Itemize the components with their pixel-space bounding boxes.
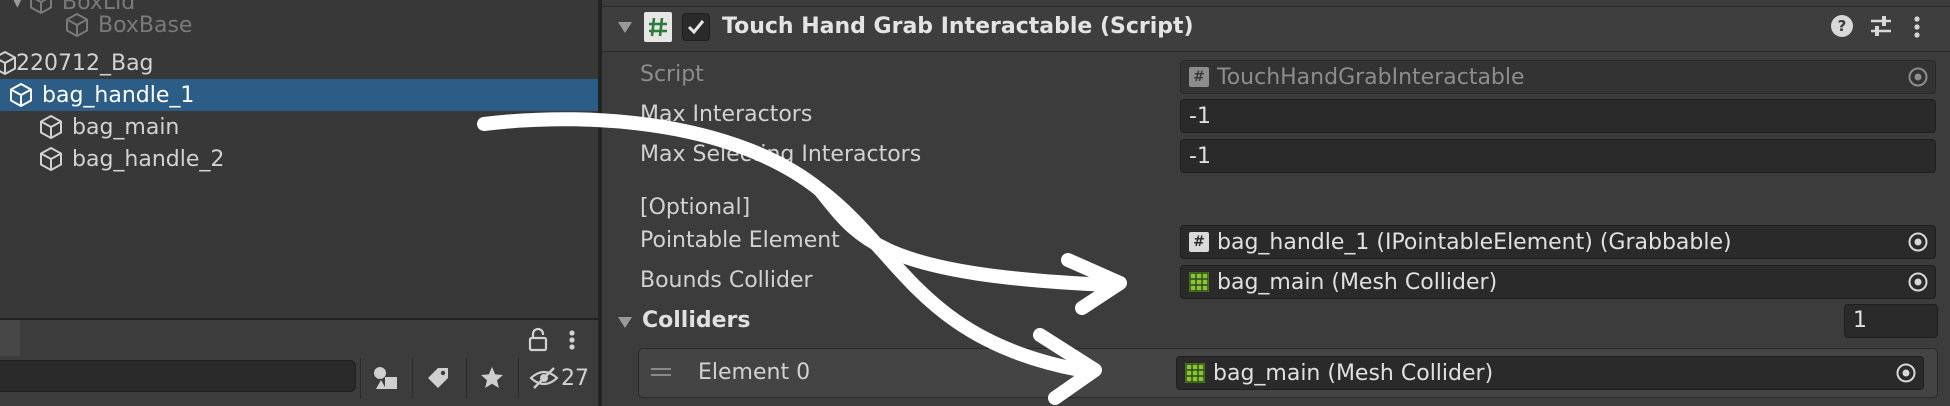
hidden-count: 27 [561, 365, 589, 391]
hierarchy-item-label: bag_handle_1 [42, 82, 195, 108]
gameobject-cube-icon [0, 50, 16, 76]
project-search-input[interactable] [0, 360, 356, 392]
element-label: Element 0 [698, 360, 811, 385]
presets-icon[interactable] [1868, 14, 1894, 38]
pointable-element-value: bag_handle_1 (IPointableElement) (Grabba… [1217, 229, 1732, 255]
pointable-element-label: Pointable Element [640, 228, 840, 253]
hierarchy-item-label: 220712_Bag [16, 50, 154, 76]
component-foldout-arrow-icon[interactable] [616, 18, 634, 36]
object-picker-icon[interactable] [1907, 271, 1929, 293]
max-interactors-label: Max Interactors [640, 102, 813, 127]
hierarchy-item-bag-handle-2[interactable]: bag_handle_2 [0, 143, 636, 175]
max-interactors-field[interactable]: -1 [1180, 99, 1936, 133]
project-panel-tabbar [0, 320, 598, 361]
filter-by-label-icon[interactable] [412, 358, 463, 398]
max-selecting-interactors-label: Max Selecting Interactors [640, 142, 922, 167]
script-field[interactable]: # TouchHandGrabInteractable [1180, 60, 1936, 94]
hidden-objects-toggle[interactable]: 27 [518, 358, 598, 398]
hierarchy-item-bag-main[interactable]: bag_main [0, 111, 636, 143]
hierarchy-item-label: BoxBase [98, 12, 193, 38]
bounds-collider-value: bag_main (Mesh Collider) [1217, 269, 1498, 295]
object-picker-icon[interactable] [1895, 362, 1917, 384]
gameobject-cube-icon [64, 12, 90, 38]
element-0-value: bag_main (Mesh Collider) [1213, 360, 1494, 386]
more-vertical-icon[interactable] [1910, 14, 1924, 40]
more-icon[interactable] [564, 326, 580, 354]
colliders-label: Colliders [642, 308, 751, 333]
drag-handle-icon[interactable] [650, 364, 672, 378]
svg-text:?: ? [1838, 17, 1847, 35]
visibility-icon [529, 367, 559, 389]
gameobject-cube-icon [38, 146, 64, 172]
hierarchy-item-bag-handle-1[interactable]: bag_handle_1 [0, 79, 606, 111]
optional-header: [Optional] [640, 195, 751, 220]
hierarchy-item-220712-bag[interactable]: 220712_Bag [0, 47, 598, 79]
component-enabled-checkbox[interactable] [682, 13, 710, 41]
project-tab[interactable] [0, 320, 20, 360]
script-hash-icon [644, 12, 672, 42]
object-picker-icon[interactable] [1907, 66, 1929, 88]
script-hash-icon: # [1189, 67, 1209, 87]
element-0-field[interactable]: bag_main (Mesh Collider) [1176, 356, 1924, 390]
script-hash-icon: # [1189, 232, 1209, 252]
colliders-foldout-arrow-icon[interactable] [616, 313, 634, 331]
favorites-icon[interactable] [466, 358, 517, 398]
component-title: Touch Hand Grab Interactable (Script) [722, 14, 1194, 39]
colliders-size-field[interactable]: 1 [1844, 304, 1938, 338]
max-selecting-interactors-field[interactable]: -1 [1180, 139, 1936, 173]
hierarchy-item-label: bag_main [72, 114, 180, 140]
gameobject-cube-icon [38, 114, 64, 140]
hierarchy-item-label: bag_handle_2 [72, 146, 225, 172]
object-picker-icon[interactable] [1907, 231, 1929, 253]
pointable-element-field[interactable]: # bag_handle_1 (IPointableElement) (Grab… [1180, 225, 1936, 259]
filter-by-type-icon[interactable] [360, 358, 411, 398]
mesh-collider-icon [1185, 363, 1205, 383]
mesh-collider-icon [1189, 272, 1209, 292]
script-label: Script [640, 62, 704, 87]
bounds-collider-label: Bounds Collider [640, 268, 813, 293]
hierarchy-item-boxbase[interactable]: BoxBase [0, 9, 662, 41]
help-icon[interactable]: ? [1830, 14, 1854, 38]
script-value: TouchHandGrabInteractable [1217, 64, 1525, 90]
checkmark-icon [687, 20, 705, 35]
hierarchy-panel: ▼ BoxLid BoxBase 220712_Bag bag_handle_1… [0, 0, 606, 318]
gameobject-cube-icon [8, 82, 34, 108]
lock-icon[interactable] [526, 326, 550, 354]
bounds-collider-field[interactable]: bag_main (Mesh Collider) [1180, 265, 1936, 299]
